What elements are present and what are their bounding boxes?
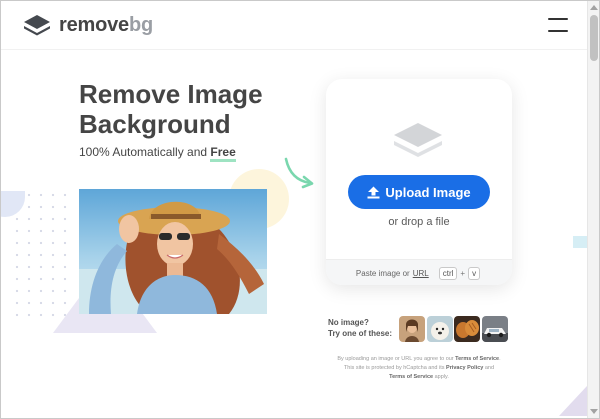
- square-decoration-right: [573, 236, 587, 248]
- terms-link[interactable]: Terms of Service: [455, 356, 499, 362]
- page-title: Remove Image Background: [79, 79, 299, 139]
- sample-thumb-car[interactable]: [481, 316, 508, 342]
- sample-thumb-bread[interactable]: [454, 316, 480, 342]
- legal-line1-suffix: .: [499, 356, 501, 362]
- legal-line1-prefix: By uploading an image or URL you agree t…: [337, 356, 456, 362]
- paste-text: Paste image or: [355, 268, 410, 278]
- try-these-text: Try one of these:: [328, 329, 393, 338]
- scroll-thumb[interactable]: [590, 15, 598, 61]
- sample-images: [399, 316, 509, 342]
- subheadline-prefix: 100% Automatically and: [79, 145, 211, 159]
- subheadline: 100% Automatically and Free: [79, 145, 236, 162]
- sample-images-label: No image? Try one of these:: [328, 317, 392, 339]
- logo-bg-text: bg: [128, 13, 153, 36]
- paste-hint-bar: Paste image or URL ctrl + v: [326, 259, 512, 285]
- triangle-decoration-right: [559, 386, 587, 416]
- curved-arrow-icon: [284, 157, 314, 189]
- site-header: removebg: [1, 1, 587, 50]
- scroll-up-arrow-icon[interactable]: [590, 5, 598, 10]
- scroll-down-arrow-icon[interactable]: [590, 409, 598, 414]
- no-image-text: No image?: [328, 318, 369, 327]
- legal-notice: By uploading an image or URL you agree t…: [319, 355, 519, 382]
- browser-viewport: removebg Remove Image Background 100% Au…: [0, 0, 600, 419]
- sample-thumb-woman[interactable]: [399, 316, 425, 342]
- upload-card[interactable]: Upload Image or drop a file Paste image …: [326, 79, 512, 285]
- plus-sign: +: [460, 268, 466, 278]
- logo[interactable]: removebg: [23, 13, 153, 37]
- hero-photo-woman: [79, 189, 267, 314]
- ctrl-key: ctrl: [438, 266, 458, 280]
- layers-stack-icon: [394, 123, 442, 157]
- logo-icon: [24, 15, 50, 36]
- upload-image-button[interactable]: Upload Image: [348, 175, 490, 209]
- free-highlight: Free: [210, 145, 236, 162]
- privacy-policy-link[interactable]: Privacy Policy: [446, 365, 483, 371]
- upload-button-label: Upload Image: [385, 184, 471, 200]
- sample-thumb-dog[interactable]: [426, 316, 453, 342]
- terms-link-2[interactable]: Terms of Service: [389, 374, 433, 380]
- vertical-scrollbar[interactable]: [587, 1, 599, 418]
- hamburger-menu-icon[interactable]: [548, 18, 568, 33]
- upload-arrow-icon: [367, 186, 380, 198]
- drop-file-hint: or drop a file: [388, 216, 450, 228]
- v-key: v: [468, 266, 481, 280]
- headline-line-2: Background: [79, 109, 231, 139]
- legal-line2-prefix: This site is protected by hCaptcha and i…: [343, 365, 447, 371]
- logo-text: removebg: [59, 14, 153, 37]
- headline-line-1: Remove Image: [79, 79, 263, 109]
- url-link[interactable]: URL: [413, 269, 429, 278]
- legal-line2-suffix: and: [483, 365, 495, 371]
- logo-remove-text: remove: [59, 13, 129, 36]
- legal-line3-suffix: apply.: [433, 374, 449, 380]
